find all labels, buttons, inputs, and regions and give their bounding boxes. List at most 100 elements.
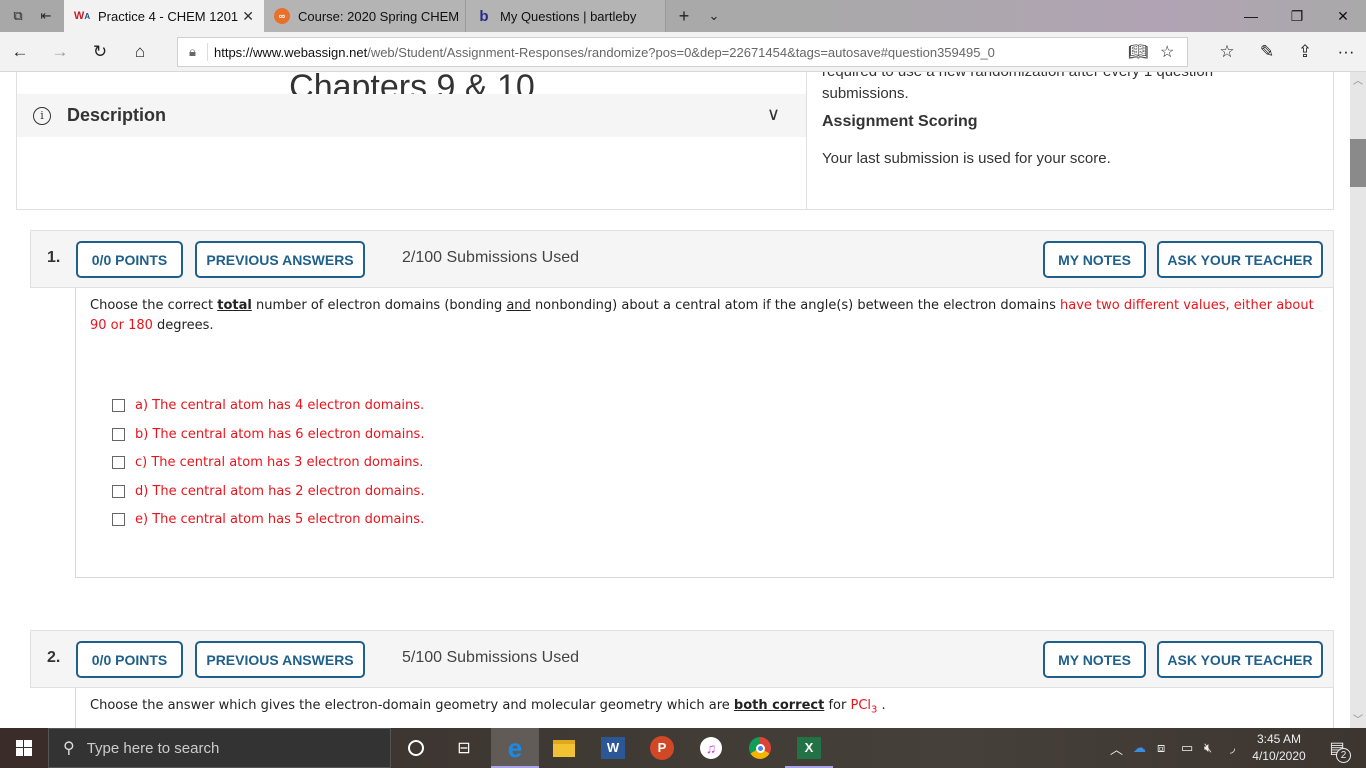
action-center-button[interactable]: ▤ 2 [1322,728,1352,768]
scroll-up-icon[interactable]: ︿ [1350,72,1366,87]
address-bar[interactable]: 🔒︎ https://www.webassign.net/web/Student… [177,37,1188,67]
back-icon[interactable]: ← [8,40,32,64]
browser-title-bar: ⧉ ⇤ WA Practice 4 - CHEM 1201 ✕ ∞ Course… [0,0,1366,32]
my-notes-button[interactable]: MY NOTES [1043,241,1146,278]
scroll-down-icon[interactable]: ﹀ [1350,711,1366,726]
clock-time: 3:45 AM [1256,732,1302,746]
description-toggle[interactable]: i Description ∨ [17,94,806,137]
chrome-icon [749,737,771,759]
scoring-text: Your last submission is used for your sc… [822,150,1111,167]
tab-preview-chevron-icon[interactable]: ⌄ [706,8,722,24]
close-tab-icon[interactable]: ✕ [242,8,254,25]
answer-option-d[interactable]: d) The central atom has 2 electron domai… [112,484,424,499]
cortana-button[interactable] [392,728,440,768]
url-path: /web/Student/Assignment-Responses/random… [367,44,995,60]
ask-teacher-button[interactable]: ASK YOUR TEACHER [1157,241,1323,278]
taskbar-clock[interactable]: 3:45 AM 4/10/2020 [1242,731,1316,765]
reading-view-icon[interactable]: 📖︎ [1128,42,1148,62]
info-icon: i [33,106,51,125]
option-label: e) The central atom has 5 electron domai… [135,512,425,527]
taskbar-itunes[interactable]: ♫ [687,728,735,768]
lock-icon: 🔒︎ [178,43,208,61]
taskbar-word[interactable]: W [589,728,637,768]
windows-logo-icon [16,740,32,756]
taskbar-excel[interactable]: X [785,728,833,768]
chevron-down-icon[interactable]: ∨ [767,104,780,125]
points-button[interactable]: 0/0 POINTS [76,641,183,678]
tab-bartleby[interactable]: b My Questions | bartleby [466,0,666,32]
navigation-bar: ← → ↻ ⌂ 🔒︎ https://www.webassign.net/web… [0,32,1366,72]
edge-icon: e [507,732,523,763]
question-2-body: Choose the answer which gives the electr… [75,688,1334,728]
web-note-icon[interactable]: ✎ [1255,40,1279,64]
volume-muted-icon[interactable]: 🔇︎ [1204,728,1212,768]
url-text[interactable]: https://www.webassign.net/web/Student/As… [208,45,995,60]
page-scrollbar[interactable]: ︿ ﹀ [1350,72,1366,728]
new-tab-icon[interactable]: + [676,7,692,25]
wifi-icon[interactable]: ◞ [1230,728,1235,768]
checkbox[interactable] [112,456,125,469]
my-notes-button[interactable]: MY NOTES [1043,641,1146,678]
text-segment: number of electron domains (bonding [251,298,507,313]
points-button[interactable]: 0/0 POINTS [76,241,183,278]
webassign-icon: WA [73,10,91,22]
bartleby-icon: b [479,7,489,25]
taskbar-search[interactable]: ⚲ Type here to search [48,728,391,768]
refresh-icon[interactable]: ↻ [88,40,112,64]
description-label: Description [67,105,167,125]
question-1-header: 1. 0/0 POINTS PREVIOUS ANSWERS 2/100 Sub… [30,230,1334,288]
forward-icon[interactable]: → [48,40,72,64]
taskbar-chrome[interactable] [736,728,784,768]
question-2-text: Choose the answer which gives the electr… [90,696,1325,721]
more-menu-icon[interactable]: ··· [1334,40,1358,64]
share-icon[interactable]: ⇪ [1293,40,1317,64]
windows-taskbar: ⚲ Type here to search ⊟ e W P ♫ X ︿ ☁ ⧈ … [0,728,1366,768]
ask-teacher-button[interactable]: ASK YOUR TEACHER [1157,641,1323,678]
favorites-hub-icon[interactable]: ☆ [1215,40,1239,64]
search-icon: ⚲ [63,740,75,757]
minimize-icon[interactable]: — [1228,0,1274,32]
onedrive-error-icon[interactable]: ☁ [1133,728,1146,768]
previous-answers-button[interactable]: PREVIOUS ANSWERS [195,241,365,278]
close-window-icon[interactable]: ✕ [1320,0,1366,32]
text-segment: degrees. [152,318,214,333]
set-tabs-aside-icon[interactable]: ⇤ [38,8,54,24]
tab-practice-4[interactable]: WA Practice 4 - CHEM 1201 ✕ [64,0,264,32]
taskbar-edge[interactable]: e [491,728,539,768]
submissions-used: 5/100 Submissions Used [402,649,579,666]
checkbox[interactable] [112,485,125,498]
taskbar-file-explorer[interactable] [540,728,588,768]
restore-icon[interactable]: ❐ [1274,0,1320,32]
tab-course[interactable]: ∞ Course: 2020 Spring CHEM [264,0,466,32]
option-label: d) The central atom has 2 electron domai… [135,484,425,499]
checkbox[interactable] [112,428,125,441]
home-icon[interactable]: ⌂ [128,40,152,64]
question-1-body: Choose the correct total number of elect… [75,288,1334,578]
scrollbar-thumb[interactable] [1350,139,1366,187]
text-segment: for [824,698,851,713]
answer-option-a[interactable]: a) The central atom has 4 electron domai… [112,398,424,413]
battery-icon[interactable]: ▭ [1181,728,1193,768]
answer-option-c[interactable]: c) The central atom has 3 electron domai… [112,455,423,470]
notification-count-badge: 2 [1336,748,1351,763]
url-host: https://www.webassign.net [214,44,368,60]
question-2-header: 2. 0/0 POINTS PREVIOUS ANSWERS 5/100 Sub… [30,630,1334,688]
screen-record-icon[interactable]: ⧈ [1157,728,1165,768]
task-view-button[interactable]: ⊟ [440,728,488,768]
show-hidden-icons[interactable]: ︿ [1110,728,1123,768]
itunes-icon: ♫ [700,737,722,759]
taskbar-powerpoint[interactable]: P [638,728,686,768]
option-label: b) The central atom has 6 electron domai… [135,427,425,442]
answer-option-e[interactable]: e) The central atom has 5 electron domai… [112,512,424,527]
answer-option-b[interactable]: b) The central atom has 6 electron domai… [112,427,424,442]
checkbox[interactable] [112,399,125,412]
previous-answers-button[interactable]: PREVIOUS ANSWERS [195,641,365,678]
checkbox[interactable] [112,513,125,526]
clock-date: 4/10/2020 [1252,749,1306,763]
tab-title: Practice 4 - CHEM 1201 [98,8,239,24]
question-1-text: Choose the correct total number of elect… [90,296,1325,336]
favorite-star-icon[interactable]: ☆ [1160,42,1174,62]
tab-actions-icon[interactable]: ⧉ [10,8,26,24]
randomization-text: For this assignment, you submit answers … [822,72,1213,102]
start-button[interactable] [0,728,48,768]
